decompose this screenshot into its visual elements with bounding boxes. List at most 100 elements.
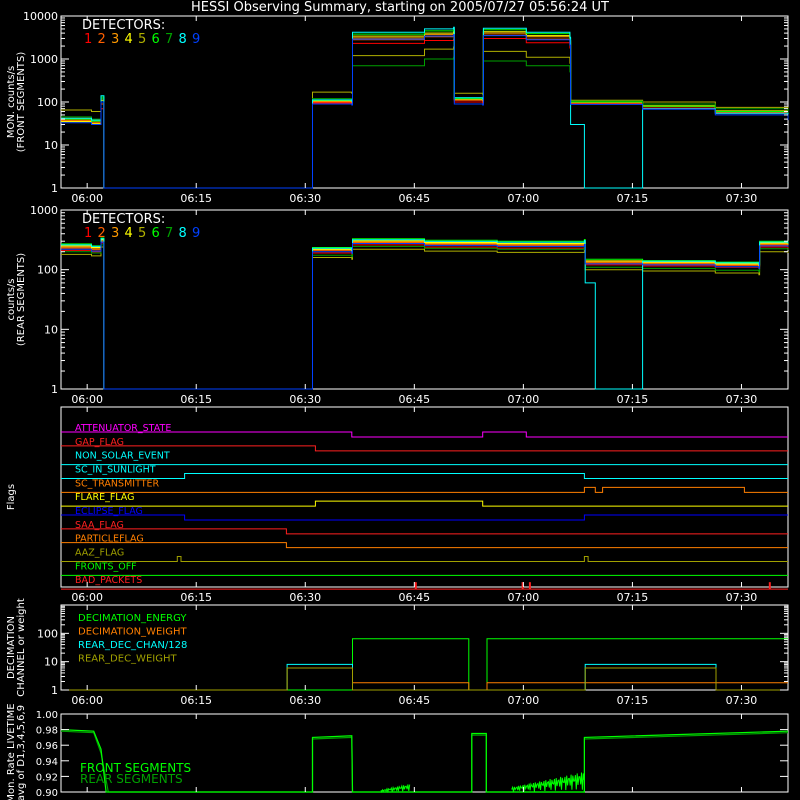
x-tick-label: 07:15 (617, 591, 649, 604)
livetime-noise (511, 772, 585, 792)
flag-line-aaz_flag (61, 556, 788, 562)
decimation-series (61, 667, 788, 691)
decimation-series (61, 667, 788, 691)
y-tick-label: 1.00 (36, 710, 58, 721)
rear-series-8 (61, 238, 789, 390)
x-tick-label: 07:00 (508, 694, 540, 707)
flag-label: ECLIPSE_FLAG (75, 506, 143, 517)
y-tick-label: 0.94 (36, 757, 58, 768)
x-tick-label: 06:00 (71, 694, 103, 707)
front-legend-label: 5 (138, 32, 146, 47)
front-series-7 (61, 56, 789, 189)
x-tick-label: 06:30 (289, 694, 321, 707)
y-tick-label: 10 (44, 656, 58, 669)
rear-legend-label: 6 (152, 226, 160, 241)
x-tick-label: 07:30 (726, 591, 758, 604)
y-tick-label: 0.90 (36, 788, 58, 799)
front-legend-label: 9 (192, 32, 200, 47)
x-tick-label: 06:45 (398, 393, 430, 406)
front-legend-title: DETECTORS: (82, 18, 165, 33)
rear-legend-label: 5 (138, 226, 146, 241)
flag-label: FRONTS_OFF (75, 561, 137, 572)
rear-legend-title: DETECTORS: (82, 212, 165, 227)
front-legend-label: 3 (111, 32, 119, 47)
flag-label: SC_TRANSMITTER (75, 478, 160, 489)
y-tick-label: 10 (44, 139, 58, 152)
decimation-legend-label: REAR_DEC_CHAN/128 (78, 640, 187, 651)
flag-line-gap_flag (61, 445, 788, 452)
rear-legend-label: 1 (84, 226, 92, 241)
flag-label: NON_SOLAR_EVENT (75, 451, 170, 462)
flag-label: PARTICLEFLAG (75, 534, 144, 545)
y-tick-label: 100 (37, 627, 58, 640)
flags-plot-frame (60, 406, 789, 588)
rear-series-4 (61, 239, 789, 390)
y-tick-label: 10000 (23, 10, 58, 23)
decimation-legend-label: DECIMATION_WEIGHT (78, 627, 187, 638)
front-series-9 (61, 34, 789, 189)
front-legend-label: 1 (84, 32, 92, 47)
front-series-5 (61, 46, 789, 189)
flag-label: SC_IN_SUNLIGHT (75, 465, 156, 476)
front-legend-label: 2 (98, 32, 106, 47)
y-tick-label: 0.96 (36, 741, 58, 752)
x-tick-label: 06:15 (180, 393, 212, 406)
x-tick-label: 06:15 (180, 591, 212, 604)
livetime-noise (380, 784, 411, 794)
chart-canvas: 1 10 100 1000 10000 06:00 06:15 06:30 06:45 07:00… (6, 10, 789, 800)
rear-legend-label: 4 (125, 226, 133, 241)
flag-line-sc_in_sunlight (61, 473, 788, 479)
rear-legend-label: 8 (179, 226, 187, 241)
x-tick-label: 06:30 (289, 591, 321, 604)
y-tick-label: 1000 (30, 204, 58, 217)
rear-legend-label: 3 (111, 226, 119, 241)
x-tick-label: 07:15 (617, 694, 649, 707)
x-tick-label: 07:30 (726, 393, 758, 406)
flag-label: BAD_PACKETS (75, 575, 142, 586)
front-legend-label: 6 (152, 32, 160, 47)
x-tick-label: 06:45 (398, 192, 430, 205)
flag-label: AAZ_FLAG (75, 548, 124, 559)
x-tick-label: 06:15 (180, 192, 212, 205)
x-tick-label: 07:30 (726, 192, 758, 205)
decimation-legend-label: DECIMATION_ENERGY (78, 613, 187, 624)
front-legend-label: 4 (125, 32, 133, 47)
rear-y-axis-label: (REAR SEGMENTS) (16, 253, 27, 346)
flag-line-eclipse_flag (61, 514, 788, 521)
flag-label: GAP_FLAG (75, 437, 124, 448)
flag-line-saa_flag (61, 528, 788, 535)
y-tick-label: 100 (37, 96, 58, 109)
x-tick-label: 06:45 (398, 694, 430, 707)
rear-legend-label: 2 (98, 226, 106, 241)
livetime-legend-label: REAR SEGMENTS (80, 772, 183, 786)
flag-label: SAA_FLAG (75, 520, 124, 531)
x-tick-label: 07:00 (508, 393, 540, 406)
x-tick-label: 07:15 (617, 393, 649, 406)
x-tick-label: 06:30 (289, 192, 321, 205)
y-tick-label: 10 (44, 323, 58, 336)
decimation-y-axis-label: CHANNEL or weight (16, 598, 27, 697)
y-tick-label: 1 (51, 383, 58, 396)
flag-line-sc_transmitter (61, 486, 788, 493)
y-tick-label: 1000 (30, 53, 58, 66)
livetime-y-axis-label: avg of D1,3,4,5,6,9 (16, 705, 27, 800)
x-tick-label: 06:00 (71, 192, 103, 205)
front-legend-label: 8 (179, 32, 187, 47)
flags-y-axis-label: Flags (6, 484, 17, 510)
y-tick-label: 100 (37, 264, 58, 277)
rear-series-7 (61, 244, 789, 390)
x-tick-label: 06:45 (398, 591, 430, 604)
flag-label: FLARE_FLAG (75, 492, 135, 503)
x-tick-label: 07:30 (726, 694, 758, 707)
x-tick-label: 06:15 (180, 694, 212, 707)
y-tick-label: 0.92 (36, 772, 58, 783)
rear-series-6 (61, 237, 789, 390)
front-y-axis-label: (FRONT SEGMENTS) (16, 52, 27, 153)
rear-legend-label: 9 (192, 226, 200, 241)
x-tick-label: 07:00 (508, 192, 540, 205)
front-series-2 (61, 34, 789, 189)
x-tick-label: 06:00 (71, 393, 103, 406)
y-tick-label: 1 (51, 684, 58, 697)
x-tick-label: 06:30 (289, 393, 321, 406)
rear-legend-label: 7 (165, 226, 173, 241)
